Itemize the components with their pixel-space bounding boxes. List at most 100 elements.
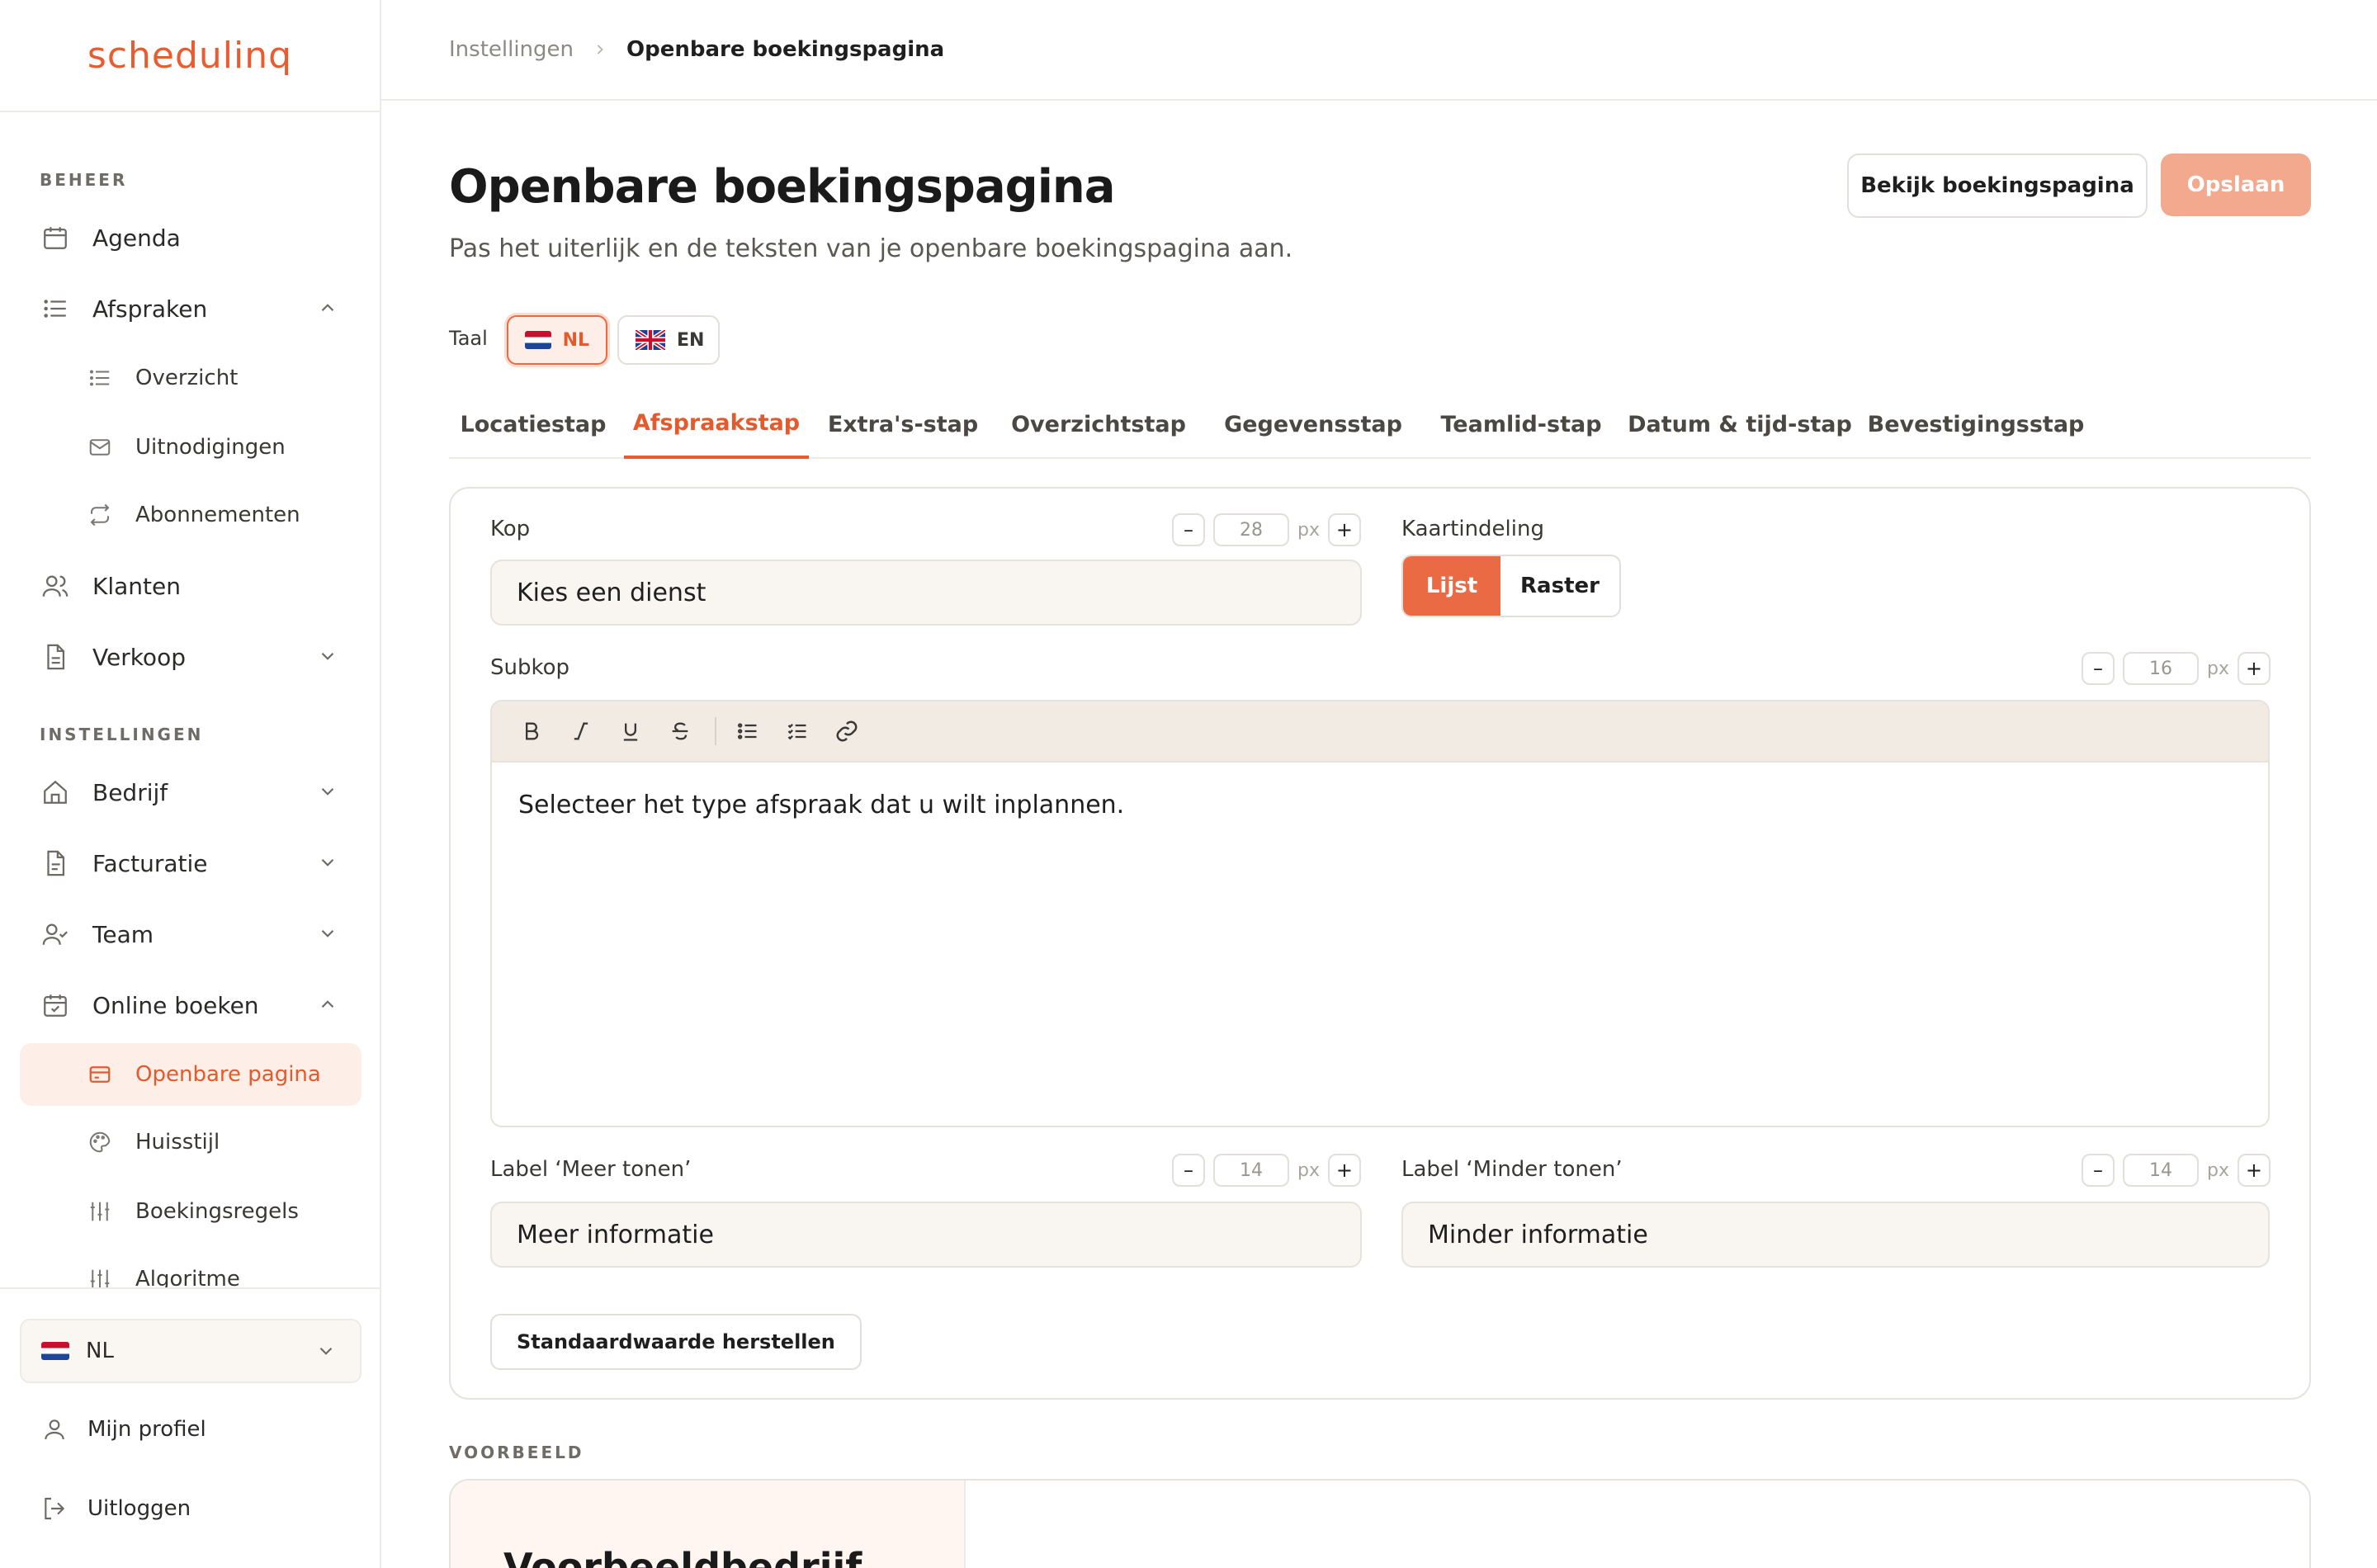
- list-icon: [86, 364, 114, 392]
- editor-content[interactable]: Selecteer het type afspraak dat u wilt i…: [492, 763, 2268, 848]
- decrease-button[interactable]: –: [2082, 652, 2115, 685]
- profile-link[interactable]: Mijn profiel: [40, 1415, 206, 1444]
- kaartindeling-label: Kaartindeling: [1401, 517, 1544, 541]
- sliders-icon: [86, 1197, 114, 1226]
- language-chip-en[interactable]: EN: [617, 315, 720, 365]
- bulleted-list-icon[interactable]: [730, 713, 766, 749]
- sidebar-subitem-uitnodigingen[interactable]: Uitnodigingen: [20, 416, 362, 479]
- sidebar-item-label: Facturatie: [92, 849, 208, 877]
- size-input[interactable]: 14: [1213, 1154, 1289, 1187]
- breadcrumb: Instellingen Openbare boekingspagina: [381, 0, 2377, 101]
- mail-icon: [86, 433, 114, 461]
- step-tabs: Locatiestap Afspraakstap Extra's-stap Ov…: [449, 390, 2311, 459]
- preview-company-name: Voorbeeldbedrijf: [503, 1545, 862, 1568]
- section-label-beheer: BEHEER: [40, 170, 128, 190]
- reset-defaults-button[interactable]: Standaardwaarde herstellen: [490, 1314, 862, 1370]
- kop-input[interactable]: Kies een dienst: [490, 560, 1362, 626]
- tab-afspraakstap[interactable]: Afspraakstap: [624, 390, 809, 459]
- strikethrough-icon[interactable]: [662, 713, 698, 749]
- tab-bevestigingsstap[interactable]: Bevestigingsstap: [1862, 390, 2090, 459]
- increase-button[interactable]: +: [2237, 652, 2271, 685]
- kop-label: Kop: [490, 517, 531, 541]
- preview-sidebar: Voorbeeldbedrijf: [451, 1481, 966, 1568]
- sidebar-subitem-overzicht[interactable]: Overzicht: [20, 347, 362, 409]
- link-icon[interactable]: [829, 713, 865, 749]
- tab-teamlid-stap[interactable]: Teamlid-stap: [1423, 390, 1619, 459]
- sidebar-subitem-abonnementen[interactable]: Abonnementen: [20, 484, 362, 546]
- sidebar-item-klanten[interactable]: Klanten: [20, 555, 362, 617]
- users-icon: [40, 570, 71, 602]
- sidebar-item-online-boeken[interactable]: Online boeken: [20, 974, 362, 1037]
- sidebar-item-bedrijf[interactable]: Bedrijf: [20, 761, 362, 824]
- chevron-down-icon: [317, 781, 338, 802]
- view-booking-page-button[interactable]: Bekijk boekingspagina: [1847, 153, 2148, 218]
- bold-icon[interactable]: [513, 713, 550, 749]
- layout-option-lijst[interactable]: Lijst: [1403, 556, 1500, 616]
- card-layout-toggle: Lijst Raster: [1401, 555, 1621, 617]
- page-subtitle: Pas het uiterlijk en de teksten van je o…: [449, 234, 1293, 263]
- save-button[interactable]: Opslaan: [2161, 153, 2311, 216]
- decrease-button[interactable]: –: [2082, 1154, 2115, 1187]
- user-icon: [40, 1415, 69, 1444]
- sidebar-subitem-openbare-pagina[interactable]: Openbare pagina: [20, 1043, 362, 1106]
- sidebar-item-label: Agenda: [92, 224, 181, 252]
- breadcrumb-current: Openbare boekingspagina: [626, 37, 945, 62]
- language-chip-nl[interactable]: NL: [507, 315, 607, 365]
- italic-icon[interactable]: [563, 713, 599, 749]
- tab-locatiestap[interactable]: Locatiestap: [449, 390, 617, 459]
- increase-button[interactable]: +: [1327, 1154, 1361, 1187]
- size-input[interactable]: 16: [2123, 652, 2199, 685]
- size-input[interactable]: 14: [2123, 1154, 2199, 1187]
- logout-link-label: Uitloggen: [87, 1496, 191, 1521]
- card-icon: [86, 1060, 114, 1089]
- size-input[interactable]: 28: [1213, 513, 1289, 546]
- meer-tonen-label: Label ‘Meer tonen’: [490, 1157, 692, 1182]
- increase-button[interactable]: +: [2237, 1154, 2271, 1187]
- minder-tonen-input[interactable]: Minder informatie: [1401, 1202, 2270, 1268]
- language-select-value: NL: [86, 1339, 114, 1363]
- repeat-icon: [86, 501, 114, 529]
- decrease-button[interactable]: –: [1172, 513, 1205, 546]
- increase-button[interactable]: +: [1327, 513, 1361, 546]
- calendar-check-icon: [40, 989, 71, 1021]
- underline-icon[interactable]: [612, 713, 649, 749]
- sidebar-item-verkoop[interactable]: Verkoop: [20, 626, 362, 688]
- chevron-up-icon: [317, 297, 338, 319]
- chevron-up-icon: [317, 994, 338, 1015]
- meer-size-stepper: – 14 px +: [1172, 1154, 1361, 1187]
- logout-link[interactable]: Uitloggen: [40, 1494, 191, 1523]
- breadcrumb-parent[interactable]: Instellingen: [449, 37, 574, 62]
- unit-label: px: [2207, 1159, 2229, 1181]
- tab-gegevensstap[interactable]: Gegevensstap: [1208, 390, 1418, 459]
- chevron-down-icon: [317, 923, 338, 944]
- flag-nl-icon: [41, 1342, 69, 1360]
- chevron-down-icon: [315, 1340, 337, 1362]
- section-label-instellingen: INSTELLINGEN: [40, 725, 204, 744]
- layout-option-raster[interactable]: Raster: [1500, 556, 1619, 616]
- subkop-rich-text-editor: Selecteer het type afspraak dat u wilt i…: [490, 700, 2270, 1127]
- preview-panel: Voorbeeldbedrijf: [449, 1479, 2311, 1568]
- sidebar-item-team[interactable]: Team: [20, 903, 362, 966]
- sidebar-item-label: Verkoop: [92, 643, 186, 671]
- logout-icon: [40, 1494, 69, 1523]
- checklist-icon[interactable]: [779, 713, 815, 749]
- flag-nl-icon: [525, 331, 551, 349]
- language-select[interactable]: NL: [20, 1319, 362, 1383]
- sidebar-item-label: Boekingsregels: [135, 1199, 299, 1224]
- sidebar-subitem-huisstijl[interactable]: Huisstijl: [20, 1111, 362, 1174]
- meer-tonen-input[interactable]: Meer informatie: [490, 1202, 1362, 1268]
- sidebar-item-label: Openbare pagina: [135, 1062, 321, 1087]
- sidebar-item-label: Abonnementen: [135, 503, 300, 527]
- sidebar-item-facturatie[interactable]: Facturatie: [20, 832, 362, 895]
- tab-datum-tijd-stap[interactable]: Datum & tijd-stap: [1624, 390, 1855, 459]
- preview-label: VOORBEELD: [449, 1443, 584, 1462]
- tab-overzichtstap[interactable]: Overzichtstap: [995, 390, 1202, 459]
- language-label: Taal: [449, 327, 488, 350]
- sidebar-item-afspraken[interactable]: Afspraken: [20, 277, 362, 340]
- sidebar-subitem-boekingsregels[interactable]: Boekingsregels: [20, 1180, 362, 1243]
- sidebar-item-agenda[interactable]: Agenda: [20, 206, 362, 269]
- sidebar-item-label: Overzicht: [135, 366, 239, 390]
- tab-extras-stap[interactable]: Extra's-stap: [815, 390, 990, 459]
- decrease-button[interactable]: –: [1172, 1154, 1205, 1187]
- app-logo[interactable]: schedulinq: [0, 0, 380, 112]
